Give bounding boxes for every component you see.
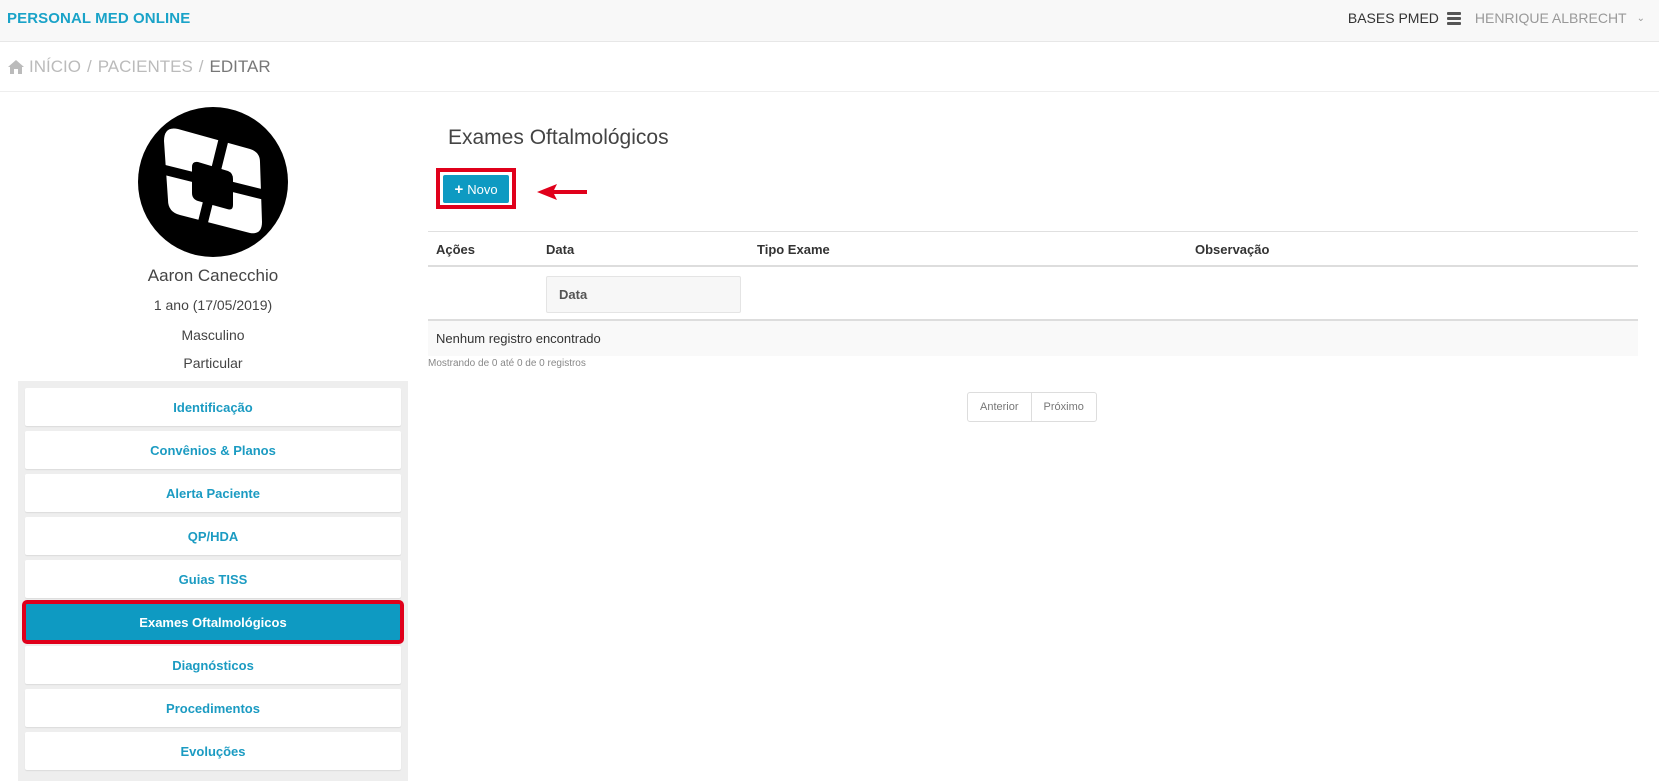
filter-row bbox=[428, 267, 1638, 321]
previous-page-button[interactable]: Anterior bbox=[968, 393, 1031, 421]
navbar-right: BASES PMED HENRIQUE ALBRECHT ⌄ bbox=[1348, 8, 1645, 28]
menu-item-guias-tiss[interactable]: Guias TISS bbox=[25, 560, 401, 598]
menu-item-convenios[interactable]: Convênios & Planos bbox=[25, 431, 401, 469]
date-filter-input[interactable] bbox=[546, 276, 741, 313]
menu-item-evolucoes[interactable]: Evoluções bbox=[25, 732, 401, 770]
breadcrumb-current: EDITAR bbox=[209, 56, 271, 76]
menu-item-exames-oftalmologicos[interactable]: Exames Oftalmológicos bbox=[22, 600, 404, 644]
patient-menu: Identificação Convênios & Planos Alerta … bbox=[18, 381, 408, 781]
exams-table: Ações Data Tipo Exame Observação Nenhum … bbox=[428, 231, 1638, 356]
column-header-observacao[interactable]: Observação bbox=[1195, 242, 1269, 257]
new-button-label: Novo bbox=[467, 181, 498, 197]
home-icon[interactable] bbox=[8, 59, 24, 74]
plus-icon: + bbox=[454, 180, 464, 198]
avatar bbox=[138, 107, 288, 257]
database-icon[interactable] bbox=[1446, 11, 1461, 25]
next-page-button[interactable]: Próximo bbox=[1030, 393, 1096, 421]
column-header-data[interactable]: Data bbox=[546, 242, 574, 257]
logo-icon bbox=[158, 117, 268, 247]
patient-name: Aaron Canecchio bbox=[147, 266, 279, 285]
patient-sex: Masculino bbox=[181, 327, 245, 343]
brand-link[interactable]: PERSONAL MED ONLINE bbox=[7, 10, 190, 27]
menu-item-alerta[interactable]: Alerta Paciente bbox=[25, 474, 401, 512]
patient-age: 1 ano (17/05/2019) bbox=[153, 297, 273, 313]
breadcrumb: INÍCIO / PACIENTES / EDITAR bbox=[0, 42, 1659, 92]
empty-message: Nenhum registro encontrado bbox=[428, 321, 1638, 356]
breadcrumb-patients[interactable]: PACIENTES bbox=[98, 57, 193, 77]
breadcrumb-separator: / bbox=[86, 56, 92, 76]
arrow-left-icon bbox=[537, 184, 587, 200]
new-button[interactable]: + Novo bbox=[443, 175, 509, 203]
bases-link[interactable]: BASES PMED bbox=[1348, 10, 1439, 26]
menu-item-diagnosticos[interactable]: Diagnósticos bbox=[25, 646, 401, 684]
menu-item-identificacao[interactable]: Identificação bbox=[25, 388, 401, 426]
highlight-box: + Novo bbox=[436, 168, 516, 209]
breadcrumb-home[interactable]: INÍCIO bbox=[29, 57, 81, 77]
table-info: Mostrando de 0 até 0 de 0 registros bbox=[428, 358, 586, 369]
patient-plan: Particular bbox=[183, 355, 243, 371]
top-navbar: PERSONAL MED ONLINE BASES PMED HENRIQUE … bbox=[0, 0, 1659, 42]
pagination: Anterior Próximo bbox=[967, 392, 1097, 422]
column-header-tipo-exame[interactable]: Tipo Exame bbox=[757, 242, 830, 257]
menu-item-procedimentos[interactable]: Procedimentos bbox=[25, 689, 401, 727]
user-menu[interactable]: HENRIQUE ALBRECHT bbox=[1475, 10, 1627, 26]
menu-item-qp-hda[interactable]: QP/HDA bbox=[25, 517, 401, 555]
chevron-down-icon[interactable]: ⌄ bbox=[1637, 13, 1645, 24]
table-header: Ações Data Tipo Exame Observação bbox=[428, 231, 1638, 267]
column-header-acoes[interactable]: Ações bbox=[436, 242, 475, 257]
breadcrumb-separator: / bbox=[198, 56, 204, 76]
page-title: Exames Oftalmológicos bbox=[448, 126, 669, 149]
